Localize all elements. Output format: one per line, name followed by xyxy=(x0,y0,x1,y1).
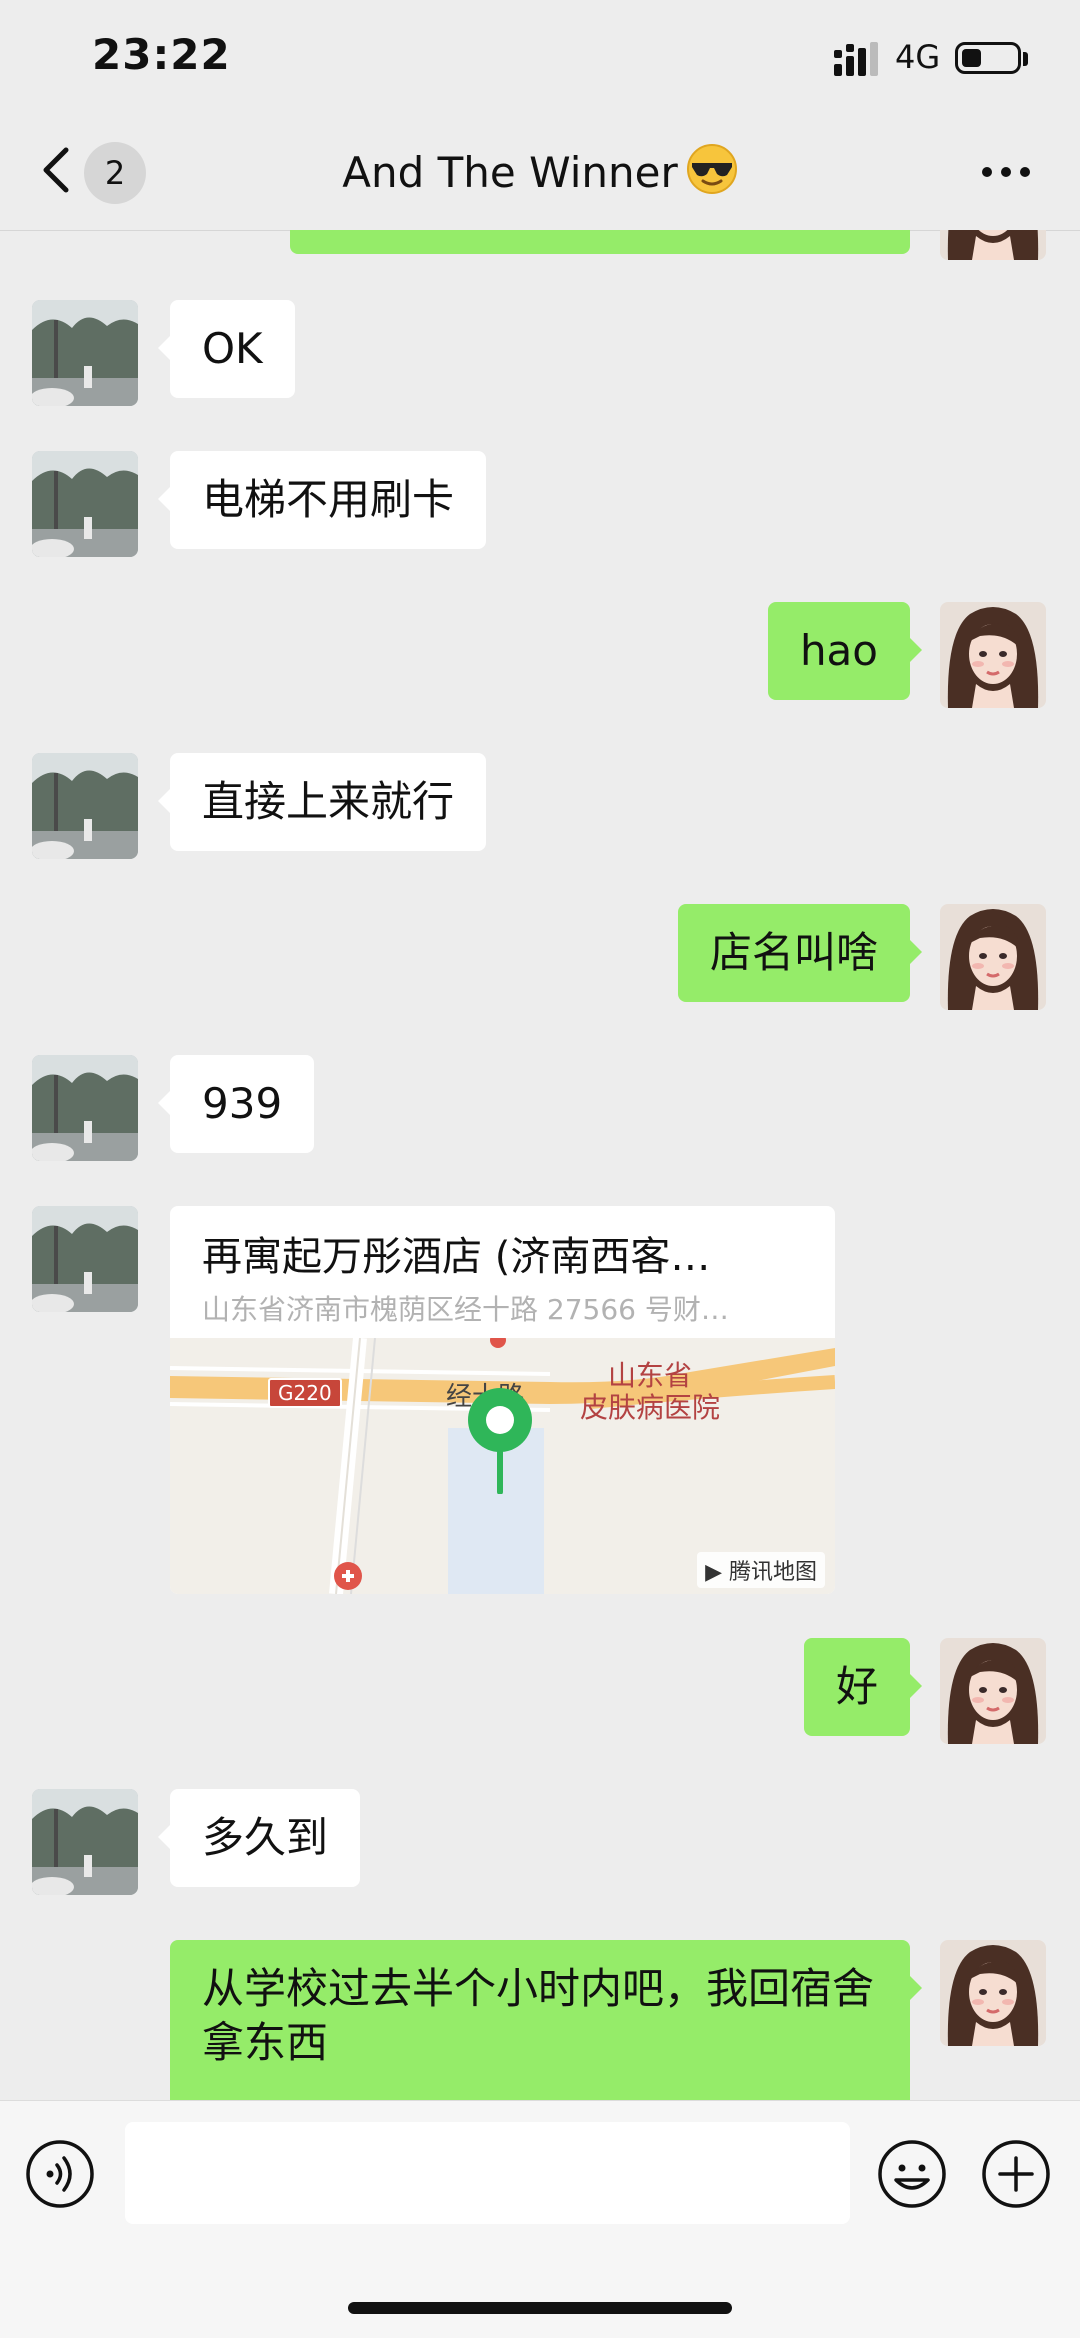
message-bubble[interactable]: 从学校过去半个小时内吧，我回宿舍拿东西 xyxy=(170,1940,922,2100)
avatar-contact[interactable] xyxy=(32,1789,138,1895)
chat-message-list[interactable]: OK 电梯不用刷卡 hao 直接上来就行 店名叫啥 939 再寓起万彤酒店 (济… xyxy=(0,230,1080,2100)
poi-label: 山东省 皮肤病医院 xyxy=(580,1359,721,1424)
location-address: 山东省济南市槐荫区经十路 27566 号财… xyxy=(202,1293,729,1326)
status-time: 23:22 xyxy=(92,30,231,79)
emoji-icon[interactable] xyxy=(876,2138,948,2210)
location-name: 再寓起万彤酒店 (济南西客… xyxy=(202,1234,711,1280)
message-bubble[interactable]: 好 xyxy=(803,1638,923,1736)
message-bubble[interactable]: 电梯不用刷卡 xyxy=(157,451,487,549)
chat-title: And The Winner xyxy=(0,142,1080,204)
map-provider-logo: ▶ 腾讯地图 xyxy=(697,1552,825,1588)
avatar-self[interactable] xyxy=(940,602,1046,708)
avatar-contact[interactable] xyxy=(32,451,138,557)
avatar-self[interactable] xyxy=(940,1940,1046,2046)
home-indicator[interactable] xyxy=(348,2302,732,2314)
avatar-contact[interactable] xyxy=(32,1055,138,1161)
location-message-card[interactable]: 再寓起万彤酒店 (济南西客… 山东省济南市槐荫区经十路 27566 号财… G2… xyxy=(170,1206,835,1594)
message-bubble[interactable]: OK xyxy=(158,300,295,398)
avatar-self[interactable] xyxy=(940,904,1046,1010)
location-map-preview: G220 经十路 山东省 皮肤病医院 ▶ 腾讯地图 xyxy=(170,1332,835,1594)
more-options-icon[interactable] xyxy=(980,165,1032,179)
avatar-contact[interactable] xyxy=(32,1206,138,1312)
message-bubble[interactable]: 直接上来就行 xyxy=(157,753,487,851)
chat-title-text: And The Winner xyxy=(342,148,678,197)
message-bubble[interactable]: hao xyxy=(767,602,923,700)
sunglasses-emoji-icon xyxy=(686,144,737,194)
message-bubble-partial[interactable] xyxy=(290,230,910,254)
battery-icon xyxy=(955,42,1021,74)
message-bubble[interactable]: 店名叫啥 xyxy=(677,904,923,1002)
message-bubble[interactable]: 939 xyxy=(157,1055,315,1153)
battery-cap xyxy=(1023,52,1028,66)
avatar-contact[interactable] xyxy=(32,300,138,406)
network-type: 4G xyxy=(895,38,941,76)
map-provider-text: 腾讯地图 xyxy=(728,1560,817,1585)
message-bubble[interactable]: 多久到 xyxy=(157,1789,361,1887)
voice-input-icon[interactable] xyxy=(24,2138,96,2210)
avatar-self[interactable] xyxy=(940,230,1046,260)
avatar-self[interactable] xyxy=(940,1638,1046,1744)
message-input[interactable] xyxy=(125,2122,850,2224)
avatar-contact[interactable] xyxy=(32,753,138,859)
signal-icon xyxy=(834,42,878,76)
location-pin-icon xyxy=(468,1388,532,1494)
plus-icon[interactable] xyxy=(980,2138,1052,2210)
road-tag: G220 xyxy=(268,1378,342,1408)
